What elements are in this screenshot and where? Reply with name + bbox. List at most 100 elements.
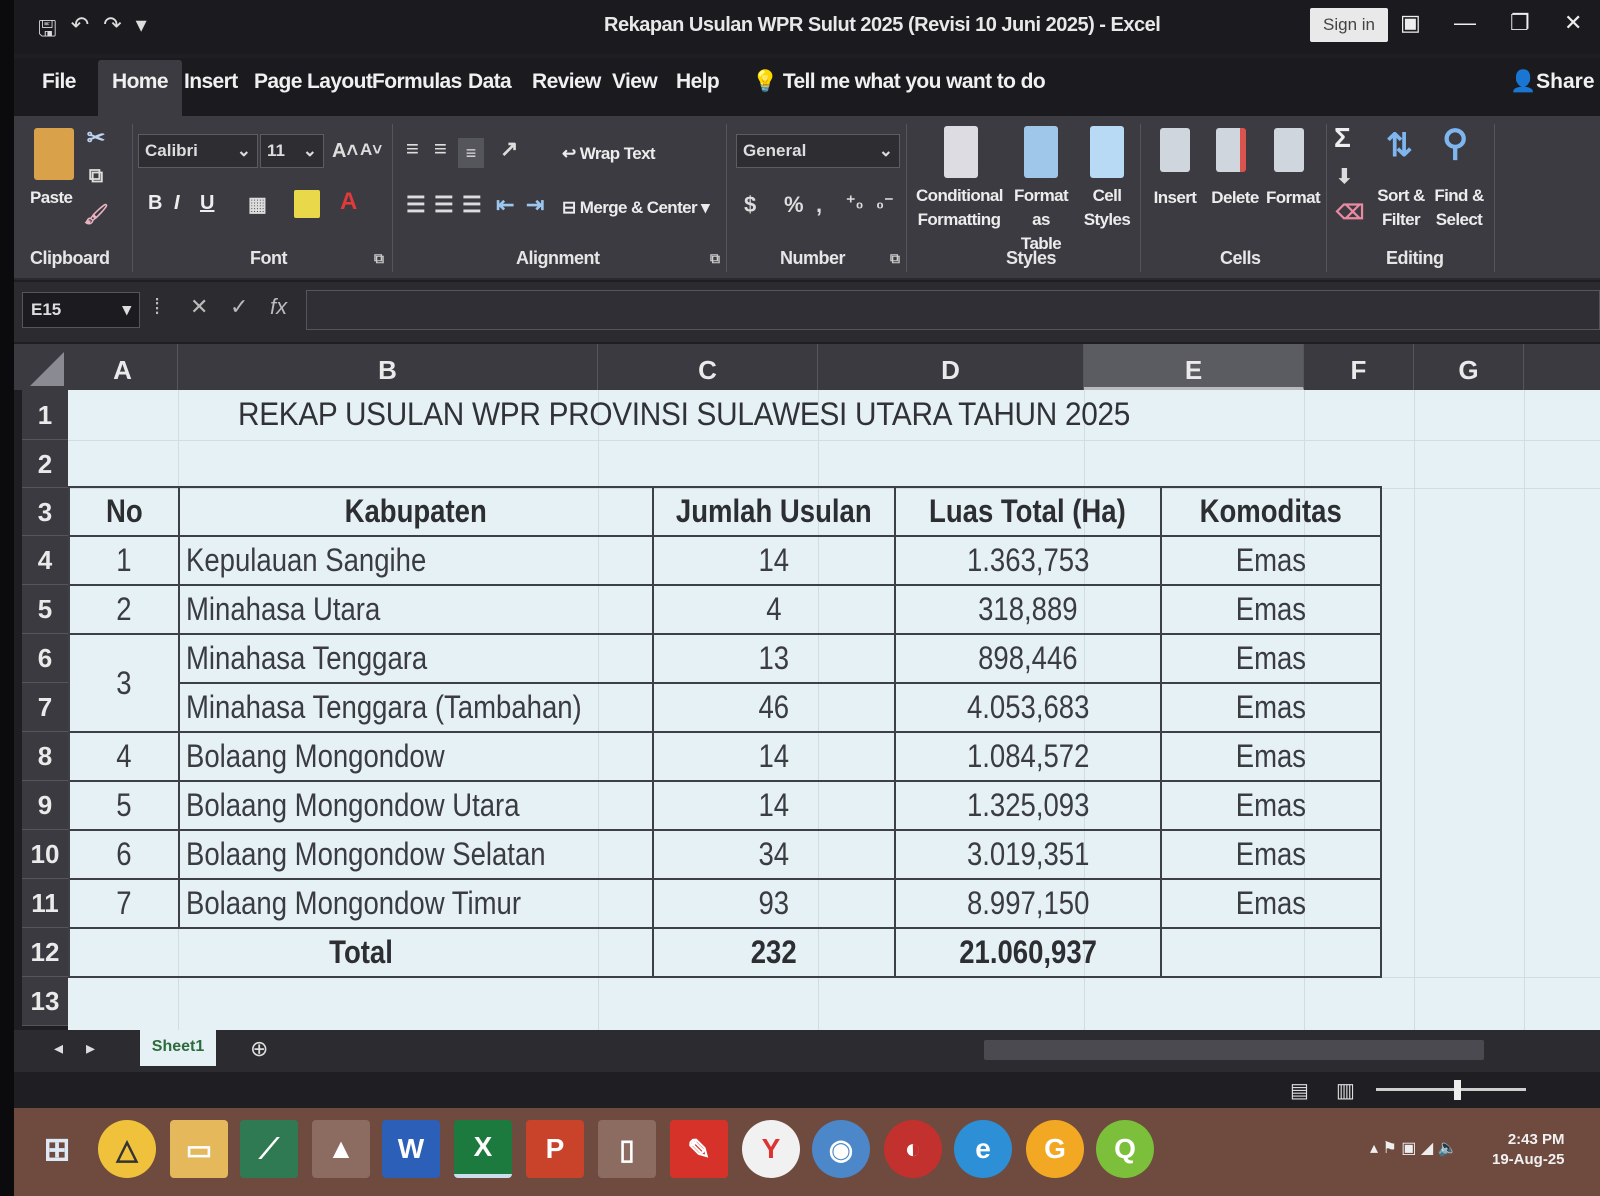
sheet-tab-sheet1[interactable]: Sheet1 <box>140 1030 216 1066</box>
tab-help[interactable]: Help <box>676 70 720 94</box>
orientation-icon[interactable]: ↗ <box>500 136 518 162</box>
kabupaten-cell[interactable]: Bolaang Mongondow Utara <box>177 780 655 831</box>
total-komoditas-cell[interactable] <box>1159 927 1382 978</box>
font-name-select[interactable]: Calibri ⌄ <box>138 134 258 168</box>
increase-indent-icon[interactable]: ⇥ <box>526 192 544 218</box>
customize-qat-icon[interactable]: ▾ <box>136 12 147 50</box>
file-explorer-icon[interactable]: ▭ <box>170 1120 228 1178</box>
close-button[interactable]: ✕ <box>1564 10 1582 36</box>
scroll-tabs-left-icon[interactable]: ◂ <box>54 1038 63 1059</box>
powerpoint-icon[interactable]: P <box>526 1120 584 1178</box>
komoditas-cell[interactable]: Emas <box>1159 731 1382 782</box>
decrease-font-icon[interactable]: A˅ <box>360 140 382 160</box>
app-icon-red-circle[interactable]: ◐ <box>884 1120 942 1178</box>
no-cell[interactable]: 3 <box>68 633 180 733</box>
scroll-tabs-right-icon[interactable]: ▸ <box>86 1038 95 1059</box>
row-header[interactable]: 6 <box>22 634 68 683</box>
kabupaten-cell[interactable]: Minahasa Utara <box>177 584 655 635</box>
comma-button[interactable]: , <box>816 192 822 218</box>
decrease-indent-icon[interactable]: ⇤ <box>496 192 514 218</box>
formula-input[interactable] <box>306 290 1600 330</box>
fill-color-icon[interactable] <box>294 190 320 218</box>
format-painter-icon[interactable]: 🖌 <box>83 202 108 226</box>
zoom-slider-thumb[interactable] <box>1454 1080 1461 1100</box>
jumlah-cell[interactable]: 14 <box>652 780 896 831</box>
tab-insert[interactable]: Insert <box>184 70 238 94</box>
delete-cells-button[interactable]: Delete <box>1206 186 1264 210</box>
restore-button[interactable]: ❐ <box>1510 10 1530 36</box>
jumlah-cell[interactable]: 4 <box>652 584 896 635</box>
horizontal-scrollbar[interactable] <box>984 1040 1484 1060</box>
row-header[interactable]: 11 <box>22 879 68 928</box>
new-sheet-icon[interactable]: ⊕ <box>250 1036 268 1062</box>
no-cell[interactable]: 4 <box>68 731 180 782</box>
no-cell[interactable]: 2 <box>68 584 180 635</box>
row-header[interactable]: 7 <box>22 683 68 732</box>
luas-cell[interactable]: 8.997,150 <box>893 878 1162 929</box>
header-cell[interactable]: Luas Total (Ha) <box>893 486 1162 537</box>
kabupaten-cell[interactable]: Bolaang Mongondow <box>177 731 655 782</box>
row-header[interactable]: 13 <box>22 977 68 1026</box>
paste-button[interactable]: Paste <box>30 186 73 210</box>
column-header-a[interactable]: A <box>68 344 178 390</box>
page-layout-view-icon[interactable]: ▤ <box>1290 1078 1309 1103</box>
merge-center-button[interactable]: ⊟ Merge & Center ▾ <box>562 196 710 220</box>
decrease-decimal-icon[interactable]: ₀⁻ <box>876 192 894 213</box>
luas-cell[interactable]: 898,446 <box>893 633 1162 684</box>
worksheet-grid[interactable]: REKAP USULAN WPR PROVINSI SULAWESI UTARA… <box>67 390 1600 1030</box>
jumlah-cell[interactable]: 14 <box>652 731 896 782</box>
no-cell[interactable]: 1 <box>68 535 180 586</box>
font-color-icon[interactable]: A <box>340 188 357 216</box>
total-label-cell[interactable]: Total <box>67 927 655 978</box>
komoditas-cell[interactable]: Emas <box>1159 535 1382 586</box>
align-top-icon[interactable]: ≡ <box>406 136 419 162</box>
app-icon-warning[interactable]: △ <box>98 1120 156 1178</box>
jumlah-cell[interactable]: 46 <box>652 682 896 733</box>
sheet-title[interactable]: REKAP USULAN WPR PROVINSI SULAWESI UTARA… <box>238 396 1130 433</box>
tab-file[interactable]: File <box>42 70 76 94</box>
align-middle-icon[interactable]: ≡ <box>434 136 447 162</box>
underline-button[interactable]: U <box>200 192 214 215</box>
tab-home[interactable]: Home <box>98 60 182 116</box>
kabupaten-cell[interactable]: Kepulauan Sangihe <box>177 535 655 586</box>
app-icon-orange[interactable]: G <box>1026 1120 1084 1178</box>
confirm-entry-icon[interactable]: ✓ <box>230 294 248 320</box>
app-icon-globe[interactable]: ◉ <box>812 1120 870 1178</box>
format-as-table-button[interactable]: Format as Table <box>1004 184 1078 256</box>
cell-styles-button[interactable]: Cell Styles <box>1080 184 1134 232</box>
no-cell[interactable]: 7 <box>68 878 180 929</box>
tab-review[interactable]: Review <box>532 70 601 94</box>
name-box[interactable]: E15 ▾ <box>22 292 140 328</box>
sort-filter-button[interactable]: Sort & Filter <box>1372 184 1430 232</box>
zoom-slider[interactable] <box>1376 1088 1526 1091</box>
system-clock[interactable]: 2:43 PM 19-Aug-25 <box>1492 1130 1565 1170</box>
total-jumlah-cell[interactable]: 232 <box>652 927 896 978</box>
row-header[interactable]: 3 <box>22 488 68 536</box>
save-icon[interactable]: 🖫 <box>38 12 57 50</box>
row-header[interactable]: 12 <box>22 928 68 977</box>
jumlah-cell[interactable]: 14 <box>652 535 896 586</box>
column-header-g[interactable]: G <box>1414 344 1524 390</box>
column-header-b[interactable]: B <box>178 344 598 390</box>
percent-button[interactable]: % <box>784 192 804 218</box>
luas-cell[interactable]: 318,889 <box>893 584 1162 635</box>
find-select-button[interactable]: Find & Select <box>1428 184 1490 232</box>
paste-icon[interactable] <box>34 128 74 180</box>
align-center-icon[interactable]: ☰ <box>434 192 454 218</box>
tab-data[interactable]: Data <box>468 70 512 94</box>
row-header[interactable]: 1 <box>22 390 68 440</box>
jumlah-cell[interactable]: 34 <box>652 829 896 880</box>
align-left-icon[interactable]: ☰ <box>406 192 426 218</box>
column-header-e[interactable]: E <box>1084 344 1304 390</box>
jumlah-cell[interactable]: 13 <box>652 633 896 684</box>
luas-cell[interactable]: 3.019,351 <box>893 829 1162 880</box>
header-cell[interactable]: No <box>68 486 180 537</box>
no-cell[interactable]: 6 <box>68 829 180 880</box>
yandex-browser-icon[interactable]: Y <box>742 1120 800 1178</box>
cancel-entry-icon[interactable]: ✕ <box>190 294 208 320</box>
sign-in-button[interactable]: Sign in <box>1310 8 1388 42</box>
column-header-d[interactable]: D <box>818 344 1084 390</box>
kabupaten-cell[interactable]: Minahasa Tenggara <box>177 633 655 684</box>
font-size-select[interactable]: 11 ⌄ <box>260 134 324 168</box>
clear-icon[interactable]: ⌫ <box>1336 200 1364 225</box>
